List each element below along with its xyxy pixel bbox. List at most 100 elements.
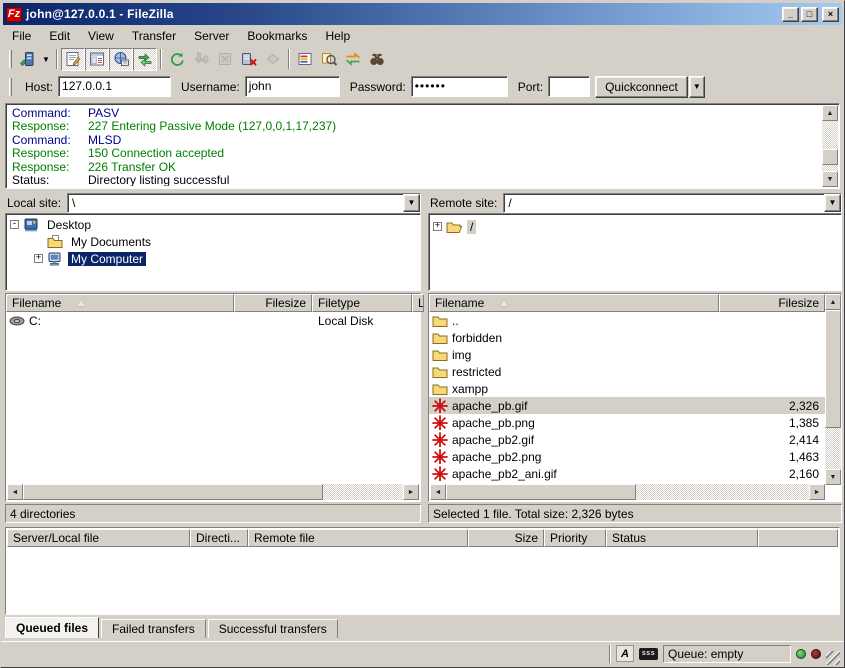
column-header-priority[interactable]: Priority (544, 529, 606, 547)
remote-file-list[interactable]: Filename Filesize .. forbidden img restr… (428, 293, 842, 502)
quickconnect-dropdown-button[interactable]: ▼ (689, 76, 705, 98)
file-row[interactable]: apache_pb2_ani.gif2,160 (429, 465, 825, 482)
tree-item-root[interactable]: + / (433, 218, 841, 235)
port-input[interactable] (548, 76, 590, 97)
scroll-right-button[interactable]: ► (403, 484, 419, 500)
tab-queued-files[interactable]: Queued files (5, 617, 99, 638)
file-row-c-drive[interactable]: C: Local Disk (6, 312, 420, 329)
tree-item-desktop[interactable]: - Desktop (10, 216, 420, 233)
directory-filters-button[interactable] (293, 48, 317, 71)
menu-edit[interactable]: Edit (40, 27, 79, 45)
log-line: Response:150 Connection accepted (12, 147, 820, 160)
remote-site-dropdown[interactable]: ▼ (824, 194, 841, 212)
scroll-right-button[interactable]: ► (809, 484, 825, 500)
folder-row[interactable]: img (429, 346, 825, 363)
local-horizontal-scrollbar[interactable]: ◄ ► (7, 484, 419, 500)
quickconnect-button[interactable]: Quickconnect (595, 76, 688, 98)
find-files-button[interactable] (365, 48, 389, 71)
column-header-direction[interactable]: Directi... (190, 529, 248, 547)
column-header-remote-file[interactable]: Remote file (248, 529, 468, 547)
transfer-queue[interactable]: Server/Local file Directi... Remote file… (5, 527, 840, 615)
folder-row[interactable]: restricted (429, 363, 825, 380)
site-manager-button[interactable] (15, 48, 39, 71)
password-input[interactable]: •••••• (411, 76, 508, 97)
scrollbar-track[interactable] (23, 484, 403, 500)
toggle-message-log-button[interactable] (61, 48, 85, 71)
refresh-button[interactable] (165, 48, 189, 71)
expand-icon[interactable]: + (34, 254, 43, 263)
scrollbar-thumb[interactable] (825, 310, 841, 428)
transfer-type-indicator-icon[interactable]: A (616, 645, 634, 662)
scroll-down-button[interactable]: ▼ (822, 171, 838, 187)
site-manager-dropdown-button[interactable]: ▼ (39, 48, 53, 71)
tab-failed-transfers[interactable]: Failed transfers (101, 619, 206, 638)
column-header-status[interactable]: Status (606, 529, 758, 547)
remote-vertical-scrollbar[interactable]: ▲ ▼ (825, 294, 841, 485)
menu-view[interactable]: View (79, 27, 123, 45)
expand-icon[interactable]: + (433, 222, 442, 231)
tab-successful-transfers[interactable]: Successful transfers (208, 619, 338, 638)
message-log[interactable]: Command:PASV Response:227 Entering Passi… (5, 103, 840, 189)
resize-grip[interactable] (826, 651, 840, 665)
remote-horizontal-scrollbar[interactable]: ◄ ► (430, 484, 825, 500)
local-file-list[interactable]: Filename Filesize Filetype L C: Local Di… (5, 293, 421, 502)
file-row-selected[interactable]: apache_pb.gif2,326 (429, 397, 825, 414)
scrollbar-track[interactable] (825, 310, 841, 469)
file-row-parent[interactable]: .. (429, 312, 825, 329)
host-input[interactable]: 127.0.0.1 (58, 76, 171, 97)
column-header-filesize[interactable]: Filesize (234, 294, 312, 312)
column-header-lastmodified[interactable]: L (412, 294, 424, 312)
column-header-filename[interactable]: Filename (429, 294, 719, 312)
column-header-filetype[interactable]: Filetype (312, 294, 412, 312)
log-scrollbar[interactable]: ▲ ▼ (822, 105, 838, 187)
minimize-button[interactable]: _ (782, 7, 799, 22)
title-bar[interactable]: Fz john@127.0.0.1 - FileZilla _ □ × (3, 3, 842, 25)
column-header-size[interactable]: Size (468, 529, 544, 547)
close-button[interactable]: × (822, 7, 839, 22)
tree-item-my-computer[interactable]: + My Computer (10, 250, 420, 267)
local-tree[interactable]: - Desktop My Documents + My Computer (5, 213, 421, 291)
scroll-left-button[interactable]: ◄ (7, 484, 23, 500)
collapse-icon[interactable]: - (10, 220, 19, 229)
tree-item-my-documents[interactable]: My Documents (10, 233, 420, 250)
toolbar-grip[interactable] (9, 50, 12, 68)
speed-limits-icon[interactable]: sss (639, 648, 658, 660)
remote-site-combobox[interactable]: / ▼ (503, 193, 842, 213)
quickconnect-grip[interactable] (9, 78, 12, 96)
toggle-remote-tree-button[interactable] (109, 48, 133, 71)
scroll-down-button[interactable]: ▼ (825, 469, 841, 485)
toggle-queue-button[interactable] (133, 48, 157, 71)
menu-help[interactable]: Help (316, 27, 359, 45)
column-header-filesize[interactable]: Filesize (719, 294, 825, 312)
scrollbar-track[interactable] (446, 484, 809, 500)
scrollbar-track[interactable] (822, 121, 838, 171)
file-row[interactable]: apache_pb2.png1,463 (429, 448, 825, 465)
menu-server[interactable]: Server (185, 27, 238, 45)
scrollbar-thumb[interactable] (23, 484, 323, 500)
folder-row[interactable]: xampp (429, 380, 825, 397)
maximize-button[interactable]: □ (801, 7, 818, 22)
scrollbar-thumb[interactable] (822, 149, 838, 165)
folder-row[interactable]: forbidden (429, 329, 825, 346)
menu-bookmarks[interactable]: Bookmarks (238, 27, 316, 45)
remote-tree[interactable]: + / (428, 213, 842, 291)
disconnect-button[interactable] (237, 48, 261, 71)
scrollbar-thumb[interactable] (446, 484, 636, 500)
file-row[interactable]: apache_pb2.gif2,414 (429, 431, 825, 448)
local-site-dropdown[interactable]: ▼ (403, 194, 420, 212)
file-row[interactable]: apache_pb.png1,385 (429, 414, 825, 431)
column-header-filename[interactable]: Filename (6, 294, 234, 312)
scroll-left-button[interactable]: ◄ (430, 484, 446, 500)
menu-file[interactable]: File (3, 27, 40, 45)
scroll-up-button[interactable]: ▲ (825, 294, 841, 310)
file-size: 2,160 (725, 467, 825, 481)
local-site-combobox[interactable]: \ ▼ (67, 193, 421, 213)
synchronized-browsing-button[interactable] (341, 48, 365, 71)
directory-comparison-button[interactable] (317, 48, 341, 71)
menu-transfer[interactable]: Transfer (123, 27, 185, 45)
scroll-up-button[interactable]: ▲ (822, 105, 838, 121)
column-header-server-local-file[interactable]: Server/Local file (7, 529, 190, 547)
username-label: Username: (176, 80, 240, 94)
username-input[interactable]: john (245, 76, 340, 97)
toggle-local-tree-button[interactable] (85, 48, 109, 71)
